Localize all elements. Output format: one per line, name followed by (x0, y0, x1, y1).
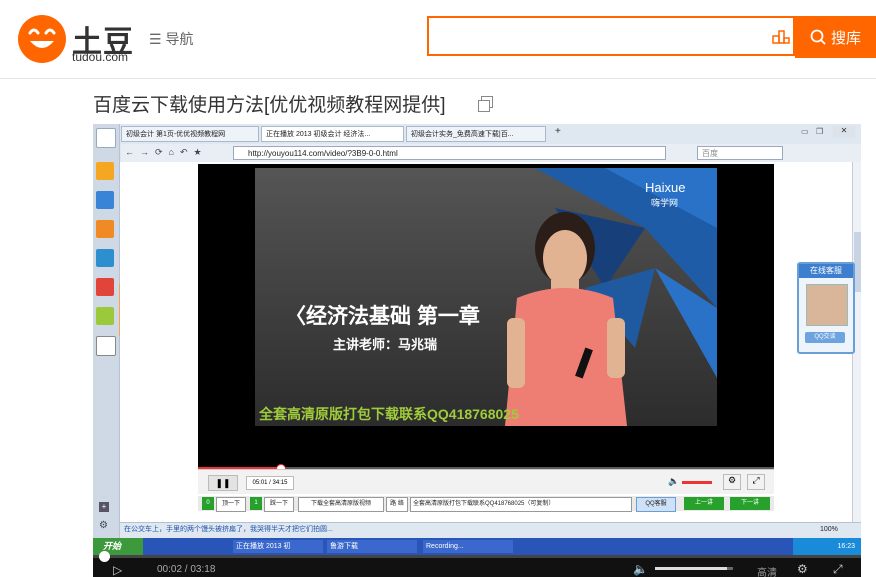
dislike-button[interactable]: 踩一下 (264, 497, 294, 512)
windows-taskbar: 开始 正在播放 2013 初 鲁游下载 Recording... 16:23 (93, 538, 861, 555)
minimize-icon[interactable]: ▭ (801, 127, 809, 136)
upload-icon[interactable] (772, 30, 790, 44)
dislike-count: 1 (250, 497, 262, 510)
taskbar-item[interactable]: 正在播放 2013 初 (233, 540, 323, 553)
site-header: 土豆 tudou.com ☰ 导航 搜库 (0, 0, 876, 79)
video-progress-handle[interactable] (99, 551, 110, 562)
search-icon (810, 29, 826, 45)
browser-status-bar: 在公交车上，手里的两个馒头被挤扁了，我哭得半天才把它们拍圆... 100% (120, 522, 861, 539)
menu-icon: ☰ (149, 31, 162, 47)
status-text[interactable]: 在公交车上，手里的两个馒头被挤扁了，我哭得半天才把它们拍圆... (124, 523, 524, 537)
download-hd-button[interactable]: 下载全套高清原版视频 (298, 497, 384, 512)
contact-field[interactable]: 全套高清原版打包下载联系QQ418768025（可复制） (410, 497, 632, 512)
chat-title: 在线客服 (799, 264, 853, 278)
taskbar-item[interactable]: Recording... (423, 540, 513, 553)
avatar[interactable] (96, 128, 116, 148)
recorded-browser-window: + ⚙ 分享 初级会计 第1页-优优视频教程网 正在播放 2013 初级会计 经… (93, 124, 861, 539)
nav-menu-button[interactable]: ☰ 导航 (149, 29, 193, 49)
video-player[interactable]: + ⚙ 分享 初级会计 第1页-优优视频教程网 正在播放 2013 初级会计 经… (93, 124, 861, 577)
smiley-icon[interactable] (96, 307, 114, 325)
volume-icon[interactable]: 🔈 (633, 562, 648, 576)
nav-arrow-icons[interactable]: ←→⟳⌂↶★ (125, 147, 208, 158)
zoom-level[interactable]: 100% (820, 523, 838, 537)
volume-icon[interactable]: 🔈 (668, 476, 679, 487)
video-title: 百度云下载使用方法[优优视频教程网提供] (93, 95, 446, 116)
quality-selector[interactable]: 高清 (757, 564, 777, 577)
lecture-time: 05:01 / 34:15 (246, 476, 294, 490)
lecture-controls: ❚❚ 05:01 / 34:15 🔈 ⚙ ⤢ (198, 469, 774, 494)
search-input[interactable] (427, 16, 795, 56)
web-page: Haixue 嗨学网 〈经济法基础 第一章 主讲老师：马兆瑞 全套高清原版打包下… (120, 162, 861, 522)
browser-search-input[interactable]: 百度 (697, 146, 783, 160)
weibo-icon[interactable] (96, 278, 114, 296)
like-button[interactable]: 顶一下 (216, 497, 246, 512)
video-time: 00:02 / 03:18 (157, 564, 216, 575)
copy-icon[interactable] (478, 96, 493, 112)
volume-slider[interactable] (682, 481, 712, 484)
agent-avatar (806, 284, 848, 326)
pause-icon[interactable]: ❚❚ (208, 475, 238, 491)
search-button[interactable]: 搜库 (795, 16, 876, 58)
browser-sidebar: + ⚙ (93, 124, 120, 538)
settings-icon[interactable]: ⚙ (723, 474, 741, 490)
fullscreen-icon[interactable]: ⤢ (833, 562, 843, 577)
volume-slider[interactable] (655, 567, 733, 570)
qq-service-button[interactable]: QQ客服 (636, 497, 676, 512)
nav-label: 导航 (165, 31, 194, 47)
video-progress-bar[interactable] (93, 551, 861, 562)
online-service-widget[interactable]: 在线客服 QQ交谈 (797, 262, 855, 354)
settings-gear-icon[interactable]: ⚙ (99, 520, 108, 531)
lecture-player[interactable]: Haixue 嗨学网 〈经济法基础 第一章 主讲老师：马兆瑞 全套高清原版打包下… (198, 164, 774, 474)
browser-tab-active[interactable]: 正在播放 2013 初级会计 经济法... (261, 126, 404, 142)
logo-domain: tudou.com (72, 50, 129, 64)
fullscreen-icon[interactable]: ⤢ (747, 474, 765, 490)
new-tab-plus-icon[interactable]: + (555, 126, 561, 137)
slide-teacher: 主讲老师：马兆瑞 (333, 337, 438, 352)
previous-lecture-button[interactable]: 上一讲 (684, 497, 724, 510)
video-control-bar: ▷ 00:02 / 03:18 🔈 高清 ⚙ ⤢ (93, 551, 861, 577)
play-icon[interactable]: ▷ (113, 563, 122, 577)
taskbar-item[interactable]: 鲁游下载 (327, 540, 417, 553)
lecture-video: Haixue 嗨学网 〈经济法基础 第一章 主讲老师：马兆瑞 全套高清原版打包下… (255, 168, 717, 426)
game-controller-icon[interactable] (96, 249, 114, 267)
close-window-icon[interactable]: ✕ (833, 126, 855, 138)
qq-chat-button[interactable]: QQ交谈 (805, 332, 845, 343)
route-button[interactable]: 路 络 (386, 497, 408, 512)
volume-fill (655, 567, 727, 570)
scrollbar-thumb[interactable] (854, 232, 861, 292)
notes-icon[interactable] (96, 336, 116, 356)
restore-icon[interactable]: ❐ (816, 127, 823, 136)
download-icon[interactable] (96, 191, 114, 209)
haixue-brand-sub: 嗨学网 (651, 198, 679, 208)
watermark-text: 全套高清原版打包下载联系QQ418768025 (259, 406, 519, 422)
rss-icon[interactable] (96, 220, 114, 238)
favorites-star-icon[interactable] (96, 162, 114, 180)
add-icon[interactable]: + (99, 502, 109, 512)
browser-tab-bar: 初级会计 第1页-优优视频教程网 正在播放 2013 初级会计 经济法... 初… (121, 126, 861, 143)
tudou-logo-icon[interactable] (18, 15, 66, 63)
like-count: 0 (202, 497, 214, 510)
system-clock: 16:23 (793, 538, 861, 555)
next-lecture-button[interactable]: 下一讲 (730, 497, 770, 510)
slide-title: 〈经济法基础 第一章 (285, 305, 480, 328)
settings-gear-icon[interactable]: ⚙ (797, 562, 808, 576)
url-input[interactable]: http://youyou114.com/video/?3B9-0-0.html (233, 146, 666, 160)
browser-tab[interactable]: 初级会计 第1页-优优视频教程网 (121, 126, 259, 142)
search-button-label: 搜库 (830, 29, 861, 47)
browser-tab[interactable]: 初级会计实务_免费高速下载|百... (406, 126, 546, 142)
haixue-brand: Haixue (645, 180, 686, 195)
lecture-link-bar: 0 顶一下 1 踩一下 下载全套高清原版视频 路 络 全套高清原版打包下载联系Q… (198, 496, 774, 512)
